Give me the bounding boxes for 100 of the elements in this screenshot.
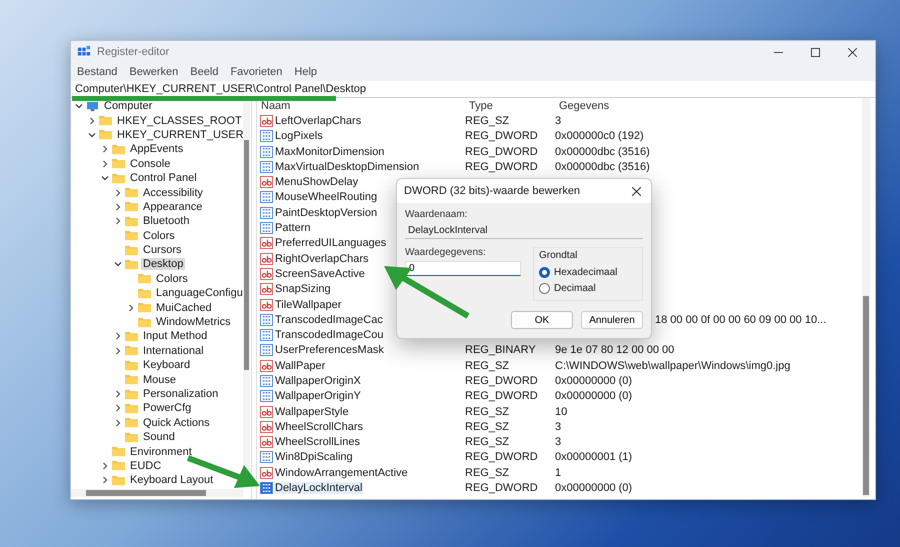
scrollbar-thumb[interactable] — [86, 490, 206, 496]
tree-item[interactable]: Keyboard Layout — [128, 474, 216, 486]
value-type: REG_DWORD — [465, 390, 539, 402]
string-value-icon — [260, 114, 273, 127]
tree-item[interactable]: HKEY_CLASSES_ROOT — [115, 114, 243, 127]
value-name[interactable]: MaxVirtualDesktopDimension — [274, 160, 420, 173]
collapse-chevron-icon[interactable] — [88, 130, 96, 139]
radio-label[interactable]: Decimaal — [554, 282, 596, 294]
computer-icon — [86, 100, 99, 112]
value-name[interactable]: LogPixels — [274, 130, 324, 142]
value-name[interactable]: TileWallpaper — [274, 298, 342, 310]
value-data: 3 — [555, 420, 562, 433]
tree-item[interactable]: MuiCached — [154, 302, 214, 314]
value-name[interactable]: MenuShowDelay — [274, 176, 360, 188]
expand-chevron-icon[interactable] — [114, 188, 122, 197]
tree-item[interactable]: EUDC — [128, 460, 164, 472]
tree-item[interactable]: Colors — [141, 230, 177, 242]
scrollbar-thumb[interactable] — [863, 296, 869, 495]
tree-item[interactable]: Mouse — [141, 374, 178, 386]
binary-value-icon — [260, 146, 273, 158]
value-name[interactable]: Win8DpiScaling — [274, 451, 354, 464]
value-name[interactable]: PaintDesktopVersion — [274, 206, 378, 219]
value-name[interactable]: DelayLockInterval — [274, 482, 364, 494]
tree-item[interactable]: AppEvents — [128, 143, 186, 156]
maximize-icon[interactable] — [811, 48, 820, 56]
value-name[interactable]: ScreenSaveActive — [274, 268, 366, 280]
value-name[interactable]: RightOverlapChars — [274, 252, 370, 265]
tree-item[interactable]: Keyboard — [141, 359, 192, 372]
ok-button[interactable]: OK — [511, 311, 573, 329]
tree-item[interactable]: HKEY_CURRENT_USER — [115, 128, 243, 141]
expand-chevron-icon[interactable] — [114, 390, 122, 398]
expand-chevron-icon[interactable] — [101, 476, 109, 484]
value-name[interactable]: WallpaperOriginX — [274, 374, 362, 387]
value-name[interactable]: Pattern — [274, 222, 312, 234]
radio-button[interactable] — [539, 266, 550, 278]
expand-chevron-icon[interactable] — [114, 418, 122, 427]
scrollbar-thumb[interactable] — [244, 140, 249, 370]
cancel-button[interactable]: Annuleren — [581, 311, 643, 329]
menu-item[interactable]: Beeld — [190, 66, 218, 78]
column-header[interactable]: Naam — [257, 100, 465, 112]
tree-item[interactable]: Environment — [128, 446, 194, 458]
window-title: Register-editor — [97, 46, 170, 58]
value-name[interactable]: TranscodedImageCou — [274, 329, 384, 342]
expand-chevron-icon[interactable] — [114, 217, 122, 226]
value-name[interactable]: WheelScrollLines — [274, 436, 361, 448]
tree-item[interactable]: Control Panel — [128, 172, 199, 184]
value-name[interactable]: UserPreferencesMask — [274, 344, 385, 356]
tree-item[interactable]: LanguageConfigu — [154, 287, 243, 300]
radio-button[interactable] — [539, 282, 550, 294]
tree-item[interactable]: International — [141, 344, 206, 357]
expand-chevron-icon[interactable] — [101, 462, 109, 470]
value-name-field[interactable]: DelayLockInterval — [405, 223, 643, 239]
tree-item[interactable]: Colors — [154, 272, 190, 285]
value-name[interactable]: WallpaperStyle — [274, 406, 350, 418]
menu-item[interactable]: Bewerken — [129, 66, 178, 78]
expand-chevron-icon[interactable] — [127, 304, 135, 312]
expand-chevron-icon[interactable] — [114, 202, 122, 211]
menu-item[interactable]: Help — [294, 66, 318, 78]
tree-item[interactable]: Console — [128, 158, 172, 170]
value-name[interactable]: WallpaperOriginY — [274, 390, 362, 402]
column-header[interactable]: Type — [465, 100, 555, 112]
close-icon[interactable] — [848, 48, 857, 56]
string-value-icon — [260, 252, 273, 265]
binary-value-icon — [260, 160, 273, 173]
tree-item[interactable]: Cursors — [141, 244, 184, 256]
collapse-chevron-icon[interactable] — [101, 174, 109, 182]
tree-item[interactable]: PowerCfg — [141, 402, 194, 414]
value-name[interactable]: SnapSizing — [274, 283, 332, 296]
tree-item[interactable]: Accessibility — [141, 186, 205, 199]
value-name[interactable]: LeftOverlapChars — [274, 114, 362, 127]
column-header[interactable]: Gegevens — [555, 100, 610, 112]
value-name[interactable]: MouseWheelRouting — [274, 191, 378, 204]
tree-item[interactable]: Personalization — [141, 388, 220, 400]
tree-item[interactable]: Quick Actions — [141, 416, 212, 429]
value-name[interactable]: PreferredUILanguages — [274, 237, 388, 250]
collapse-chevron-icon[interactable] — [114, 260, 122, 268]
expand-chevron-icon[interactable] — [101, 145, 109, 154]
expand-chevron-icon[interactable] — [114, 332, 122, 340]
menu-item[interactable]: Favorieten — [230, 66, 282, 78]
menu-item[interactable]: Bestand — [77, 66, 118, 78]
radio-label[interactable]: Hexadecimaal — [554, 266, 618, 278]
value-name[interactable]: MaxMonitorDimension — [274, 146, 386, 158]
expand-chevron-icon[interactable] — [88, 116, 96, 125]
tree-item[interactable]: Sound — [141, 431, 177, 444]
collapse-chevron-icon[interactable] — [75, 102, 83, 110]
expand-chevron-icon[interactable] — [114, 346, 122, 355]
tree-item[interactable]: WindowMetrics — [154, 316, 233, 328]
tree-item[interactable]: Desktop — [141, 258, 186, 270]
value-name[interactable]: WallPaper — [274, 360, 326, 372]
binary-value-icon — [260, 344, 273, 356]
tree-item[interactable]: Appearance — [141, 200, 204, 213]
tree-item[interactable]: Computer — [102, 100, 154, 112]
close-icon[interactable] — [632, 186, 641, 196]
value-name[interactable]: WindowArrangementActive — [274, 466, 409, 479]
value-name[interactable]: WheelScrollChars — [274, 420, 364, 433]
tree-item[interactable]: Input Method — [141, 330, 210, 342]
expand-chevron-icon[interactable] — [101, 160, 109, 168]
expand-chevron-icon[interactable] — [114, 404, 122, 412]
tree-item[interactable]: Bluetooth — [141, 215, 192, 228]
value-name[interactable]: TranscodedImageCac — [274, 314, 384, 326]
